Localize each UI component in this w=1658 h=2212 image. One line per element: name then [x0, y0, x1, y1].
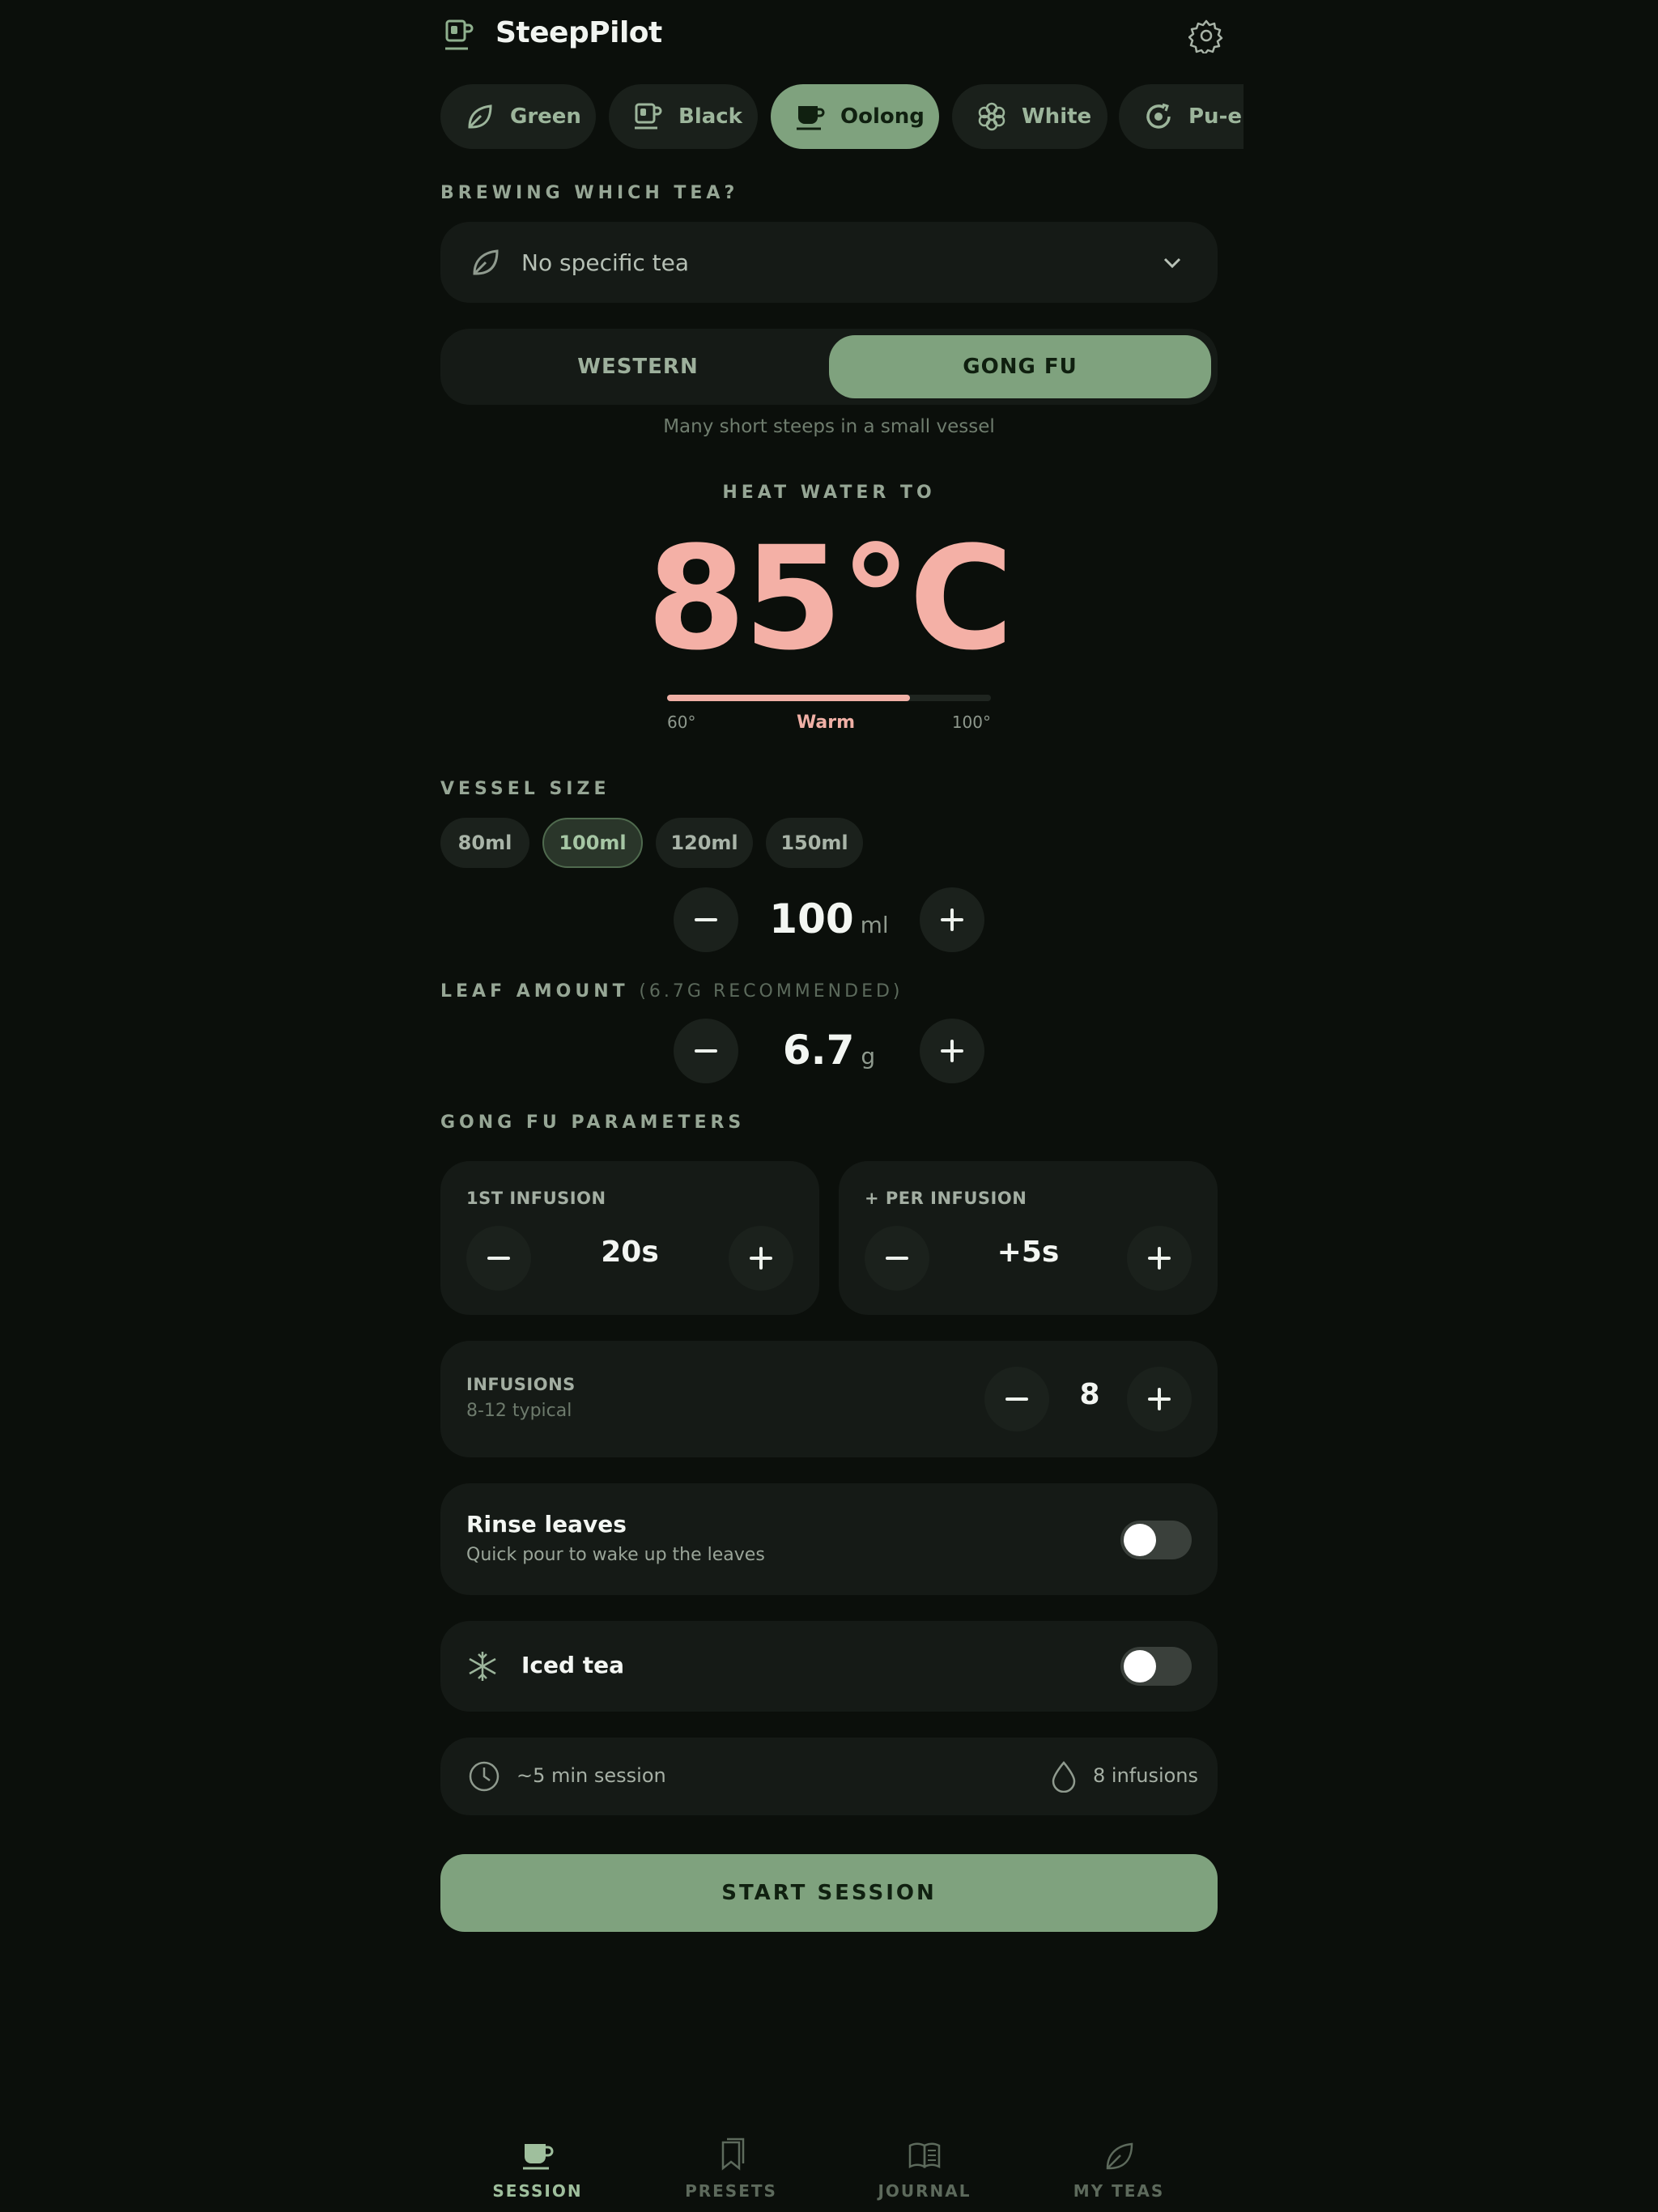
infusions-card: INFUSIONS 8-12 typical 8: [440, 1341, 1218, 1457]
temperature-display: 85°C: [646, 516, 1014, 682]
rinse-leaves-toggle[interactable]: [1120, 1521, 1192, 1559]
vessel-size-label: VESSEL SIZE: [440, 779, 610, 799]
category-chip-oolong[interactable]: Oolong: [771, 84, 939, 149]
start-session-button[interactable]: START SESSION: [440, 1854, 1218, 1932]
rinse-leaves-title: Rinse leaves: [466, 1511, 627, 1538]
infusions-value: 8: [1079, 1378, 1100, 1411]
vessel-preset-80[interactable]: 80ml: [440, 818, 529, 868]
per-infusion-value: +5s: [997, 1236, 1060, 1269]
method-gongfu-button[interactable]: GONG FU: [829, 335, 1211, 398]
tea-select-value: No specific tea: [521, 249, 690, 276]
temperature-min-label: 60°: [667, 713, 696, 732]
first-infusion-card: 1ST INFUSION 20s: [440, 1161, 819, 1315]
infusions-typical: 8-12 typical: [466, 1401, 572, 1421]
cup-icon: [523, 2144, 554, 2170]
gear-icon[interactable]: [1188, 18, 1224, 53]
per-infusion-card: + PER INFUSION +5s: [839, 1161, 1218, 1315]
method-western-button[interactable]: WESTERN: [447, 335, 829, 398]
first-infusion-increase-button[interactable]: [729, 1226, 793, 1291]
vessel-decrease-button[interactable]: [674, 887, 738, 952]
first-infusion-decrease-button[interactable]: [466, 1226, 531, 1291]
method-hint: Many short steeps in a small vessel: [663, 416, 995, 437]
nav-my-teas[interactable]: MY TEAS: [1038, 2138, 1200, 2201]
rinse-leaves-description: Quick pour to wake up the leaves: [466, 1545, 765, 1565]
vessel-increase-button[interactable]: [920, 887, 984, 952]
nav-presets[interactable]: PRESETS: [650, 2138, 812, 2201]
mug-icon: [445, 19, 474, 50]
category-chip-white[interactable]: White: [952, 84, 1107, 149]
infusions-label: INFUSIONS: [466, 1375, 576, 1394]
snowflake-icon: [469, 1652, 496, 1681]
chevron-down-icon: [1163, 257, 1181, 269]
temperature-fill: [667, 695, 910, 701]
nav-label: SESSION: [492, 2181, 583, 2201]
iced-tea-toggle[interactable]: [1120, 1647, 1192, 1686]
category-chip-black[interactable]: Black: [609, 84, 758, 149]
nav-session[interactable]: SESSION: [457, 2138, 619, 2201]
leaf-amount: 6.7: [782, 1027, 855, 1074]
mug-icon: [635, 103, 662, 130]
rinse-leaves-card: Rinse leaves Quick pour to wake up the l…: [440, 1483, 1218, 1595]
category-label: Black: [678, 104, 742, 129]
nav-label: JOURNAL: [878, 2181, 971, 2201]
session-infusions: 8 infusions: [1093, 1764, 1199, 1787]
leaf-increase-button[interactable]: [920, 1019, 984, 1083]
leaf-amount-hint: (6.7g recommended): [639, 981, 903, 1002]
leaf-amount-title: LEAF AMOUNT: [440, 981, 629, 1002]
infusions-increase-button[interactable]: [1127, 1367, 1192, 1431]
category-label: Oolong: [840, 104, 925, 129]
per-infusion-increase-button[interactable]: [1127, 1226, 1192, 1291]
toggle-knob: [1124, 1524, 1156, 1556]
vessel-preset-150[interactable]: 150ml: [766, 818, 863, 868]
nav-label: PRESETS: [685, 2181, 777, 2201]
session-duration: ~5 min session: [517, 1764, 666, 1787]
iced-tea-card: Iced tea: [440, 1621, 1218, 1712]
per-infusion-decrease-button[interactable]: [865, 1226, 929, 1291]
leaf-icon: [473, 249, 499, 275]
leaf-unit: g: [861, 1043, 876, 1070]
bookmark-icon: [721, 2138, 745, 2171]
leaf-icon: [1106, 2142, 1133, 2170]
temperature-max-label: 100°: [951, 713, 991, 732]
vessel-amount: 100: [769, 895, 854, 942]
category-chip-pu-erh[interactable]: Pu-erh: [1119, 84, 1244, 149]
droplet-icon: [1052, 1761, 1076, 1793]
category-chip-green[interactable]: Green: [440, 84, 596, 149]
vessel-preset-100[interactable]: 100ml: [542, 818, 643, 868]
brew-method-toggle: WESTERN GONG FU: [440, 329, 1218, 405]
tea-select-label: BREWING WHICH TEA?: [440, 183, 739, 203]
app-title: SteepPilot: [495, 16, 662, 49]
leaf-value: 6.7 g: [764, 1027, 894, 1074]
category-label: White: [1022, 104, 1092, 129]
cup-icon: [797, 106, 825, 130]
infusions-decrease-button[interactable]: [984, 1367, 1049, 1431]
cake-icon: [1146, 103, 1171, 129]
nav-label: MY TEAS: [1073, 2181, 1165, 2201]
app-header: SteepPilot: [440, 0, 1223, 71]
vessel-preset-120[interactable]: 120ml: [656, 818, 753, 868]
gongfu-params-label: GONG FU PARAMETERS: [440, 1112, 746, 1133]
leaf-decrease-button[interactable]: [674, 1019, 738, 1083]
toggle-knob: [1124, 1650, 1156, 1682]
iced-tea-title: Iced tea: [521, 1652, 625, 1678]
per-infusion-label: + PER INFUSION: [865, 1189, 1027, 1208]
first-infusion-label: 1ST INFUSION: [466, 1189, 606, 1208]
vessel-value: 100 ml: [764, 895, 894, 942]
leaf-amount-label: LEAF AMOUNT (6.7g recommended): [440, 981, 1218, 1002]
heat-label: HEAT WATER TO: [722, 483, 936, 503]
temperature-descriptor: Warm: [796, 713, 856, 733]
flower-icon: [978, 102, 1005, 131]
vessel-unit: ml: [860, 912, 889, 938]
leaf-icon: [468, 104, 492, 129]
nav-journal[interactable]: JOURNAL: [844, 2138, 1005, 2201]
category-label: Pu-erh: [1188, 104, 1244, 129]
category-label: Green: [510, 104, 581, 129]
book-icon: [908, 2142, 941, 2169]
tea-select-dropdown[interactable]: No specific tea: [440, 222, 1218, 303]
first-infusion-value: 20s: [601, 1236, 659, 1269]
clock-icon: [469, 1761, 500, 1792]
tea-category-tabs: Green Black Oolong White Pu-erh: [440, 84, 1244, 149]
session-summary: ~5 min session 8 infusions: [440, 1738, 1218, 1815]
